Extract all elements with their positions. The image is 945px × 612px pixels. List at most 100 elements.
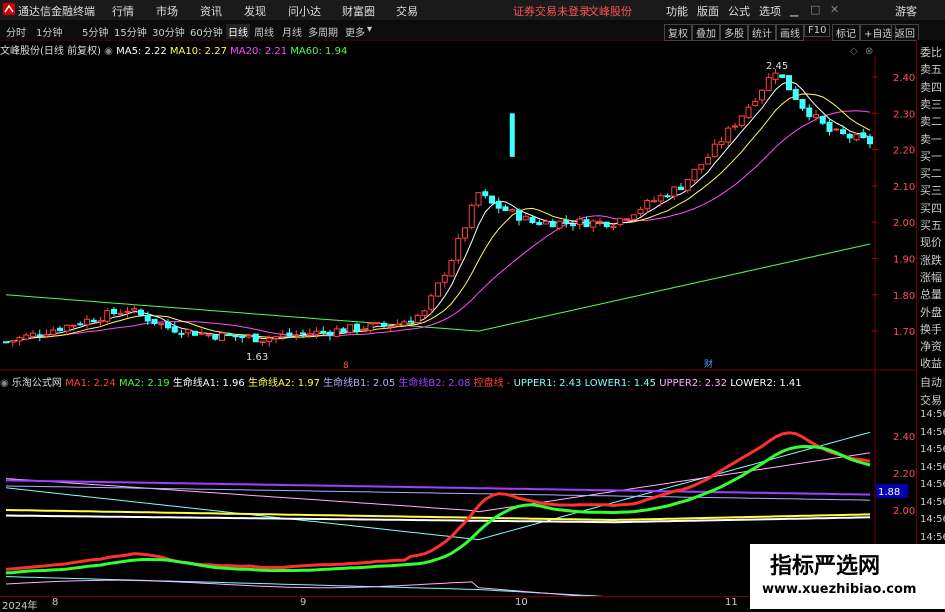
- candle-body: [347, 324, 354, 333]
- user-label[interactable]: 游客: [895, 3, 917, 19]
- candle-body: [516, 209, 522, 221]
- price-tick-label-7: 1.70: [893, 327, 915, 338]
- tab-15min[interactable]: 15分钟: [114, 24, 147, 39]
- upper1-line: [5, 431, 871, 541]
- tab-30min[interactable]: 30分钟: [152, 24, 185, 39]
- candle-body: [84, 318, 90, 326]
- chart-area[interactable]: 2.40 2.30 2.20 2.10 2.00 1.90 1.80 1.70 2.40 2.2…: [0, 40, 916, 596]
- candle-body: [300, 332, 306, 335]
- trade-field-5: 14:56: [920, 461, 945, 473]
- candle-body: [786, 75, 792, 91]
- event-marker-finance[interactable]: 财: [704, 358, 713, 370]
- button-mark[interactable]: 标记: [832, 24, 860, 41]
- watermark-url: www.xuezhibiao.com: [762, 582, 917, 597]
- button-back[interactable]: 返回: [891, 24, 919, 41]
- tab-monthly[interactable]: 月线: [282, 24, 302, 39]
- price-axis-labels: 2.40 2.30 2.20 2.10 2.00 1.90 1.80 1.70: [872, 73, 915, 338]
- indicator-legend-item-0: MA1: 2.24: [65, 378, 119, 389]
- candle-body: [772, 72, 779, 80]
- settings-icon[interactable]: ◉: [0, 378, 9, 389]
- indicator-legend-item-9: UPPER2: 2.32: [659, 378, 731, 389]
- candle-body: [556, 220, 563, 229]
- current-value-text: 1.88: [878, 487, 900, 498]
- candle-body: [664, 195, 671, 198]
- button-adjust[interactable]: 复权: [664, 24, 692, 41]
- minimize-icon[interactable]: ▁: [790, 4, 798, 17]
- candle-body: [219, 332, 225, 341]
- quote-field-8: 买三: [920, 184, 942, 198]
- tab-60min[interactable]: 60分钟: [190, 24, 223, 39]
- indicator-tick-label-1: 2.20: [893, 469, 915, 480]
- menu-item-layout[interactable]: 版面: [697, 3, 719, 19]
- menu-item-wealth[interactable]: 财富圈: [342, 3, 375, 19]
- more-dropdown-icon[interactable]: ▾: [367, 24, 372, 35]
- menu-item-formula[interactable]: 公式: [728, 3, 750, 19]
- candle-body: [117, 312, 124, 315]
- button-f10[interactable]: F10: [804, 24, 831, 37]
- tab-weekly[interactable]: 周线: [254, 24, 274, 39]
- quote-field-12: 涨跌: [920, 253, 942, 267]
- tab-1min[interactable]: 1分钟: [36, 24, 62, 39]
- event-marker-8[interactable]: 8: [343, 361, 349, 371]
- candle-body: [860, 132, 867, 139]
- candle-body: [698, 164, 705, 170]
- quote-field-5: 卖一: [920, 132, 942, 146]
- low-price-label: 1.63: [246, 352, 268, 363]
- candle-body: [246, 334, 252, 338]
- candle-body: [104, 310, 111, 322]
- close-icon[interactable]: ✕: [830, 3, 839, 16]
- button-multi-stock[interactable]: 多股: [720, 24, 748, 41]
- menu-item-ask[interactable]: 问小达: [288, 3, 321, 19]
- candle-body: [286, 332, 293, 337]
- quote-field-17: 净资: [920, 340, 942, 354]
- candle-body: [495, 201, 502, 209]
- close-pane-icon[interactable]: ⊗: [865, 46, 873, 57]
- quote-field-7: 买二: [920, 167, 942, 181]
- candle-body: [171, 326, 178, 333]
- menu-item-news[interactable]: 资讯: [200, 3, 222, 19]
- lower1-line: [5, 576, 606, 596]
- candle-body: [401, 321, 408, 326]
- menu-item-options[interactable]: 选项: [759, 3, 781, 19]
- price-tick-label-1: 2.30: [893, 109, 915, 120]
- candle-body: [603, 221, 610, 228]
- stock-name-top: 文峰股份: [588, 5, 632, 18]
- candle-body: [759, 89, 765, 101]
- tab-more[interactable]: 更多: [345, 24, 365, 39]
- button-draw[interactable]: 画线: [776, 24, 804, 41]
- candle-body: [394, 323, 401, 327]
- quote-field-16: 换手: [920, 322, 942, 336]
- candle-body: [806, 107, 813, 118]
- quote-field-9: 买四: [920, 201, 942, 215]
- tab-daily[interactable]: 日线: [226, 24, 250, 39]
- price-tick-label-6: 1.80: [893, 291, 915, 302]
- candle-body: [138, 309, 144, 316]
- tab-multi-period[interactable]: 多周期: [308, 24, 338, 39]
- menu-item-function[interactable]: 功能: [666, 3, 688, 19]
- indicator-legend-item-4: 生命线B1: 2.05: [323, 378, 399, 389]
- diamond-icon[interactable]: ◇: [850, 46, 858, 57]
- candle-body: [509, 209, 516, 212]
- candle-body: [90, 319, 97, 323]
- maximize-icon[interactable]: □: [810, 3, 820, 16]
- trade-login-notice[interactable]: 证券交易未登录: [513, 3, 590, 19]
- tab-intraday[interactable]: 分时: [6, 24, 26, 39]
- menu-item-quotes[interactable]: 行情: [112, 3, 134, 19]
- menu-bar: 通达信金融终端 行情 市场 资讯 发现 问小达 财富圈 交易 证券交易未登录 文…: [0, 0, 945, 21]
- quote-field-0: 委比: [920, 46, 942, 59]
- tab-5min[interactable]: 5分钟: [82, 24, 108, 39]
- trade-field-3: 14:56: [920, 426, 945, 438]
- watermark-banner: 指标严选网 www.xuezhibiao.com: [750, 544, 945, 609]
- quote-field-10: 买五: [920, 219, 942, 232]
- button-stats[interactable]: 统计: [748, 24, 776, 41]
- menu-item-market[interactable]: 市场: [156, 3, 178, 19]
- watermark-title: 指标严选网: [770, 554, 881, 579]
- button-overlay[interactable]: 叠加: [692, 24, 720, 41]
- candle-body: [381, 322, 387, 326]
- candle-body: [718, 141, 725, 146]
- menu-item-discover[interactable]: 发现: [244, 3, 266, 19]
- trade-field-6: 14:56: [920, 479, 945, 490]
- menu-item-trade[interactable]: 交易: [396, 3, 418, 19]
- candle-body: [367, 323, 374, 331]
- trade-field-2: 14:56: [920, 409, 945, 420]
